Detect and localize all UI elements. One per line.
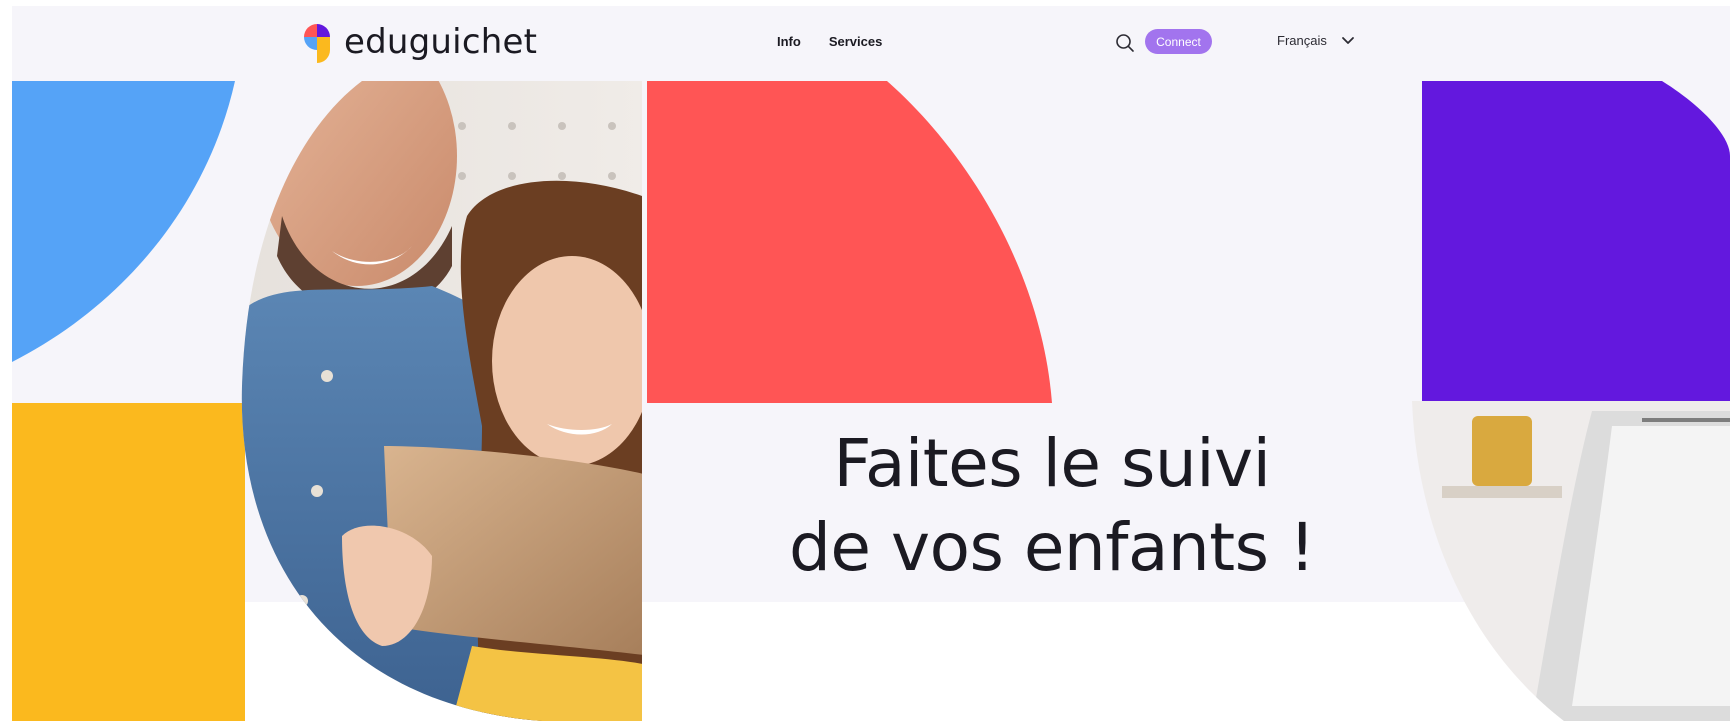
hero-photo-family bbox=[241, 81, 642, 721]
brand-name: eduguichet bbox=[344, 22, 538, 62]
site-header: eduguichet Info Services Connect Françai… bbox=[12, 6, 1730, 81]
hero-graphics bbox=[12, 81, 1730, 721]
language-selector[interactable]: Français bbox=[1277, 33, 1355, 48]
hero-title-line-1: Faites le suivi bbox=[833, 425, 1271, 502]
language-selected: Français bbox=[1277, 33, 1327, 48]
purple-shape bbox=[1422, 81, 1730, 403]
hero-title-line-2: de vos enfants ! bbox=[789, 509, 1315, 586]
chevron-down-icon bbox=[1341, 36, 1354, 44]
search-icon bbox=[1116, 34, 1134, 52]
search-button[interactable] bbox=[1114, 32, 1136, 54]
hero-photo-desk bbox=[1412, 401, 1730, 721]
yellow-shape bbox=[12, 403, 245, 721]
blue-shape bbox=[12, 81, 235, 362]
connect-button[interactable]: Connect bbox=[1145, 29, 1212, 54]
nav-item-info[interactable]: Info bbox=[777, 34, 801, 49]
hero-title: Faites le suivi de vos enfants ! bbox=[712, 422, 1392, 590]
red-shape bbox=[647, 81, 1052, 403]
nav-item-services[interactable]: Services bbox=[829, 34, 883, 49]
brand-logo-icon bbox=[304, 24, 330, 63]
page-frame: eduguichet Info Services Connect Françai… bbox=[12, 6, 1730, 721]
brand-logo[interactable]: eduguichet bbox=[302, 20, 537, 68]
main-nav: Info Services bbox=[777, 34, 882, 49]
